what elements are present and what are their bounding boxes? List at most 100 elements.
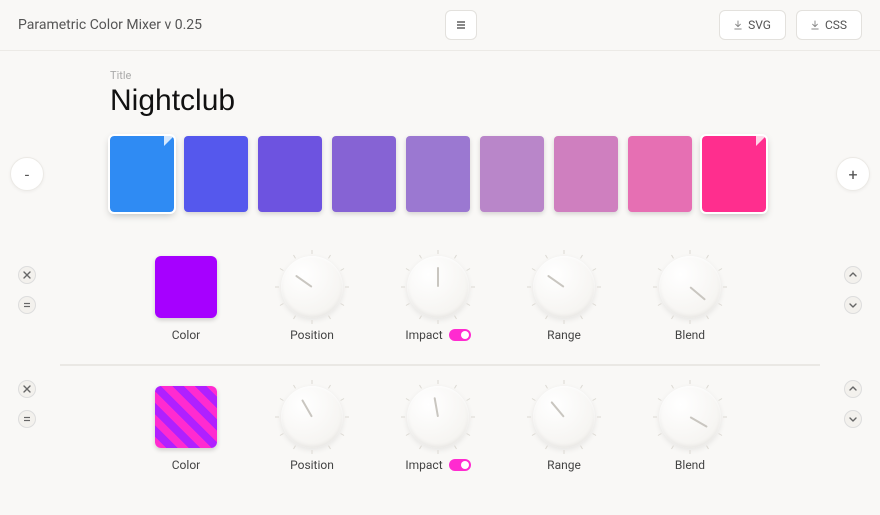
layer-right-controls [844,380,862,428]
menu-button[interactable] [445,10,477,40]
hamburger-icon [455,19,467,31]
download-icon [811,20,819,30]
swatch-7[interactable] [628,136,692,212]
swatch-3[interactable] [332,136,396,212]
knob[interactable] [407,256,469,318]
export-svg-button[interactable]: SVG [719,10,786,40]
knob-label: Position [290,458,334,472]
knob-cell-position: Position [276,256,348,342]
delete-layer-button[interactable] [18,380,36,398]
knob-label-text: Position [290,458,334,472]
swatch-8[interactable] [702,136,766,212]
knob-label: Impact [405,328,470,342]
chevron-down-icon [849,415,857,423]
chevron-down-icon [849,301,857,309]
delete-layer-button[interactable] [18,266,36,284]
layers: Color Position Impact Range Blend Color Positi… [60,252,820,488]
add-swatch-button[interactable]: + [836,157,870,191]
swatch-1[interactable] [184,136,248,212]
move-layer-down-button[interactable] [844,410,862,428]
chevron-up-icon [849,385,857,393]
knob-cell-impact: Impact [402,256,474,342]
swatch-0[interactable] [110,136,174,212]
knob-label-text: Blend [675,458,705,472]
knob[interactable] [407,386,469,448]
layer-left-controls [18,380,36,428]
knob-cell-impact: Impact [402,386,474,472]
color-cell: Color [150,386,222,472]
knob-label: Position [290,328,334,342]
knob-label-text: Impact [405,458,442,472]
drag-icon [23,415,31,423]
knob-cell-position: Position [276,386,348,472]
remove-swatch-button[interactable]: - [10,157,44,191]
dog-ear-icon [164,136,174,146]
toggle-thumb [461,331,469,339]
knob-label: Range [547,328,581,342]
knob-label: Blend [675,328,705,342]
swatch-5[interactable] [480,136,544,212]
close-icon [23,271,31,279]
knob-cell-range: Range [528,386,600,472]
swatches [110,136,766,212]
title-block: Title [110,69,820,118]
layer-body: Color Position Impact Range Blend [150,256,820,342]
move-layer-up-button[interactable] [844,266,862,284]
knob-pointer [437,267,439,287]
export-css-label: CSS [825,18,847,32]
color-label: Color [172,458,200,472]
close-icon [23,385,31,393]
knob[interactable] [281,386,343,448]
knob[interactable] [533,386,595,448]
knob-label-text: Position [290,328,334,342]
knob-label-text: Blend [675,328,705,342]
color-cell: Color [150,256,222,342]
knob-label-text: Range [547,458,581,472]
knob-label: Range [547,458,581,472]
impact-toggle[interactable] [449,329,471,341]
layer-1: Color Position Impact Range Blend [60,364,820,488]
knob[interactable] [659,386,721,448]
drag-layer-handle[interactable] [18,296,36,314]
impact-toggle[interactable] [449,459,471,471]
header: Parametric Color Mixer v 0.25 SVG CSS [0,0,880,51]
main: Title - + ColorPositionImpactRangeBlendC… [0,51,880,488]
move-layer-up-button[interactable] [844,380,862,398]
layer-0: Color Position Impact Range Blend [60,252,820,358]
layer-left-controls [18,266,36,314]
app-title: Parametric Color Mixer v 0.25 [18,17,202,33]
export-buttons: SVG CSS [719,10,862,40]
knob-label-text: Range [547,328,581,342]
knob-label: Impact [405,458,470,472]
header-center [202,10,719,40]
plus-icon: + [848,165,857,184]
chevron-up-icon [849,271,857,279]
export-svg-label: SVG [748,18,771,32]
color-chip[interactable] [155,256,217,318]
knob-cell-blend: Blend [654,386,726,472]
swatch-area: - + [60,136,820,212]
knob-label: Blend [675,458,705,472]
drag-layer-handle[interactable] [18,410,36,428]
swatch-2[interactable] [258,136,322,212]
swatch-6[interactable] [554,136,618,212]
download-icon [734,20,742,30]
layer-body: Color Position Impact Range Blend [150,386,820,472]
dog-ear-icon [756,136,766,146]
knob[interactable] [533,256,595,318]
knob[interactable] [659,256,721,318]
title-hint: Title [110,69,820,82]
color-chip[interactable] [155,386,217,448]
color-label: Color [172,328,200,342]
minus-icon: - [25,165,29,184]
title-input[interactable] [110,84,496,118]
knob-cell-range: Range [528,256,600,342]
swatch-4[interactable] [406,136,470,212]
layer-right-controls [844,266,862,314]
export-css-button[interactable]: CSS [796,10,862,40]
move-layer-down-button[interactable] [844,296,862,314]
drag-icon [23,301,31,309]
knob-label-text: Impact [405,328,442,342]
knob[interactable] [281,256,343,318]
toggle-thumb [461,461,469,469]
